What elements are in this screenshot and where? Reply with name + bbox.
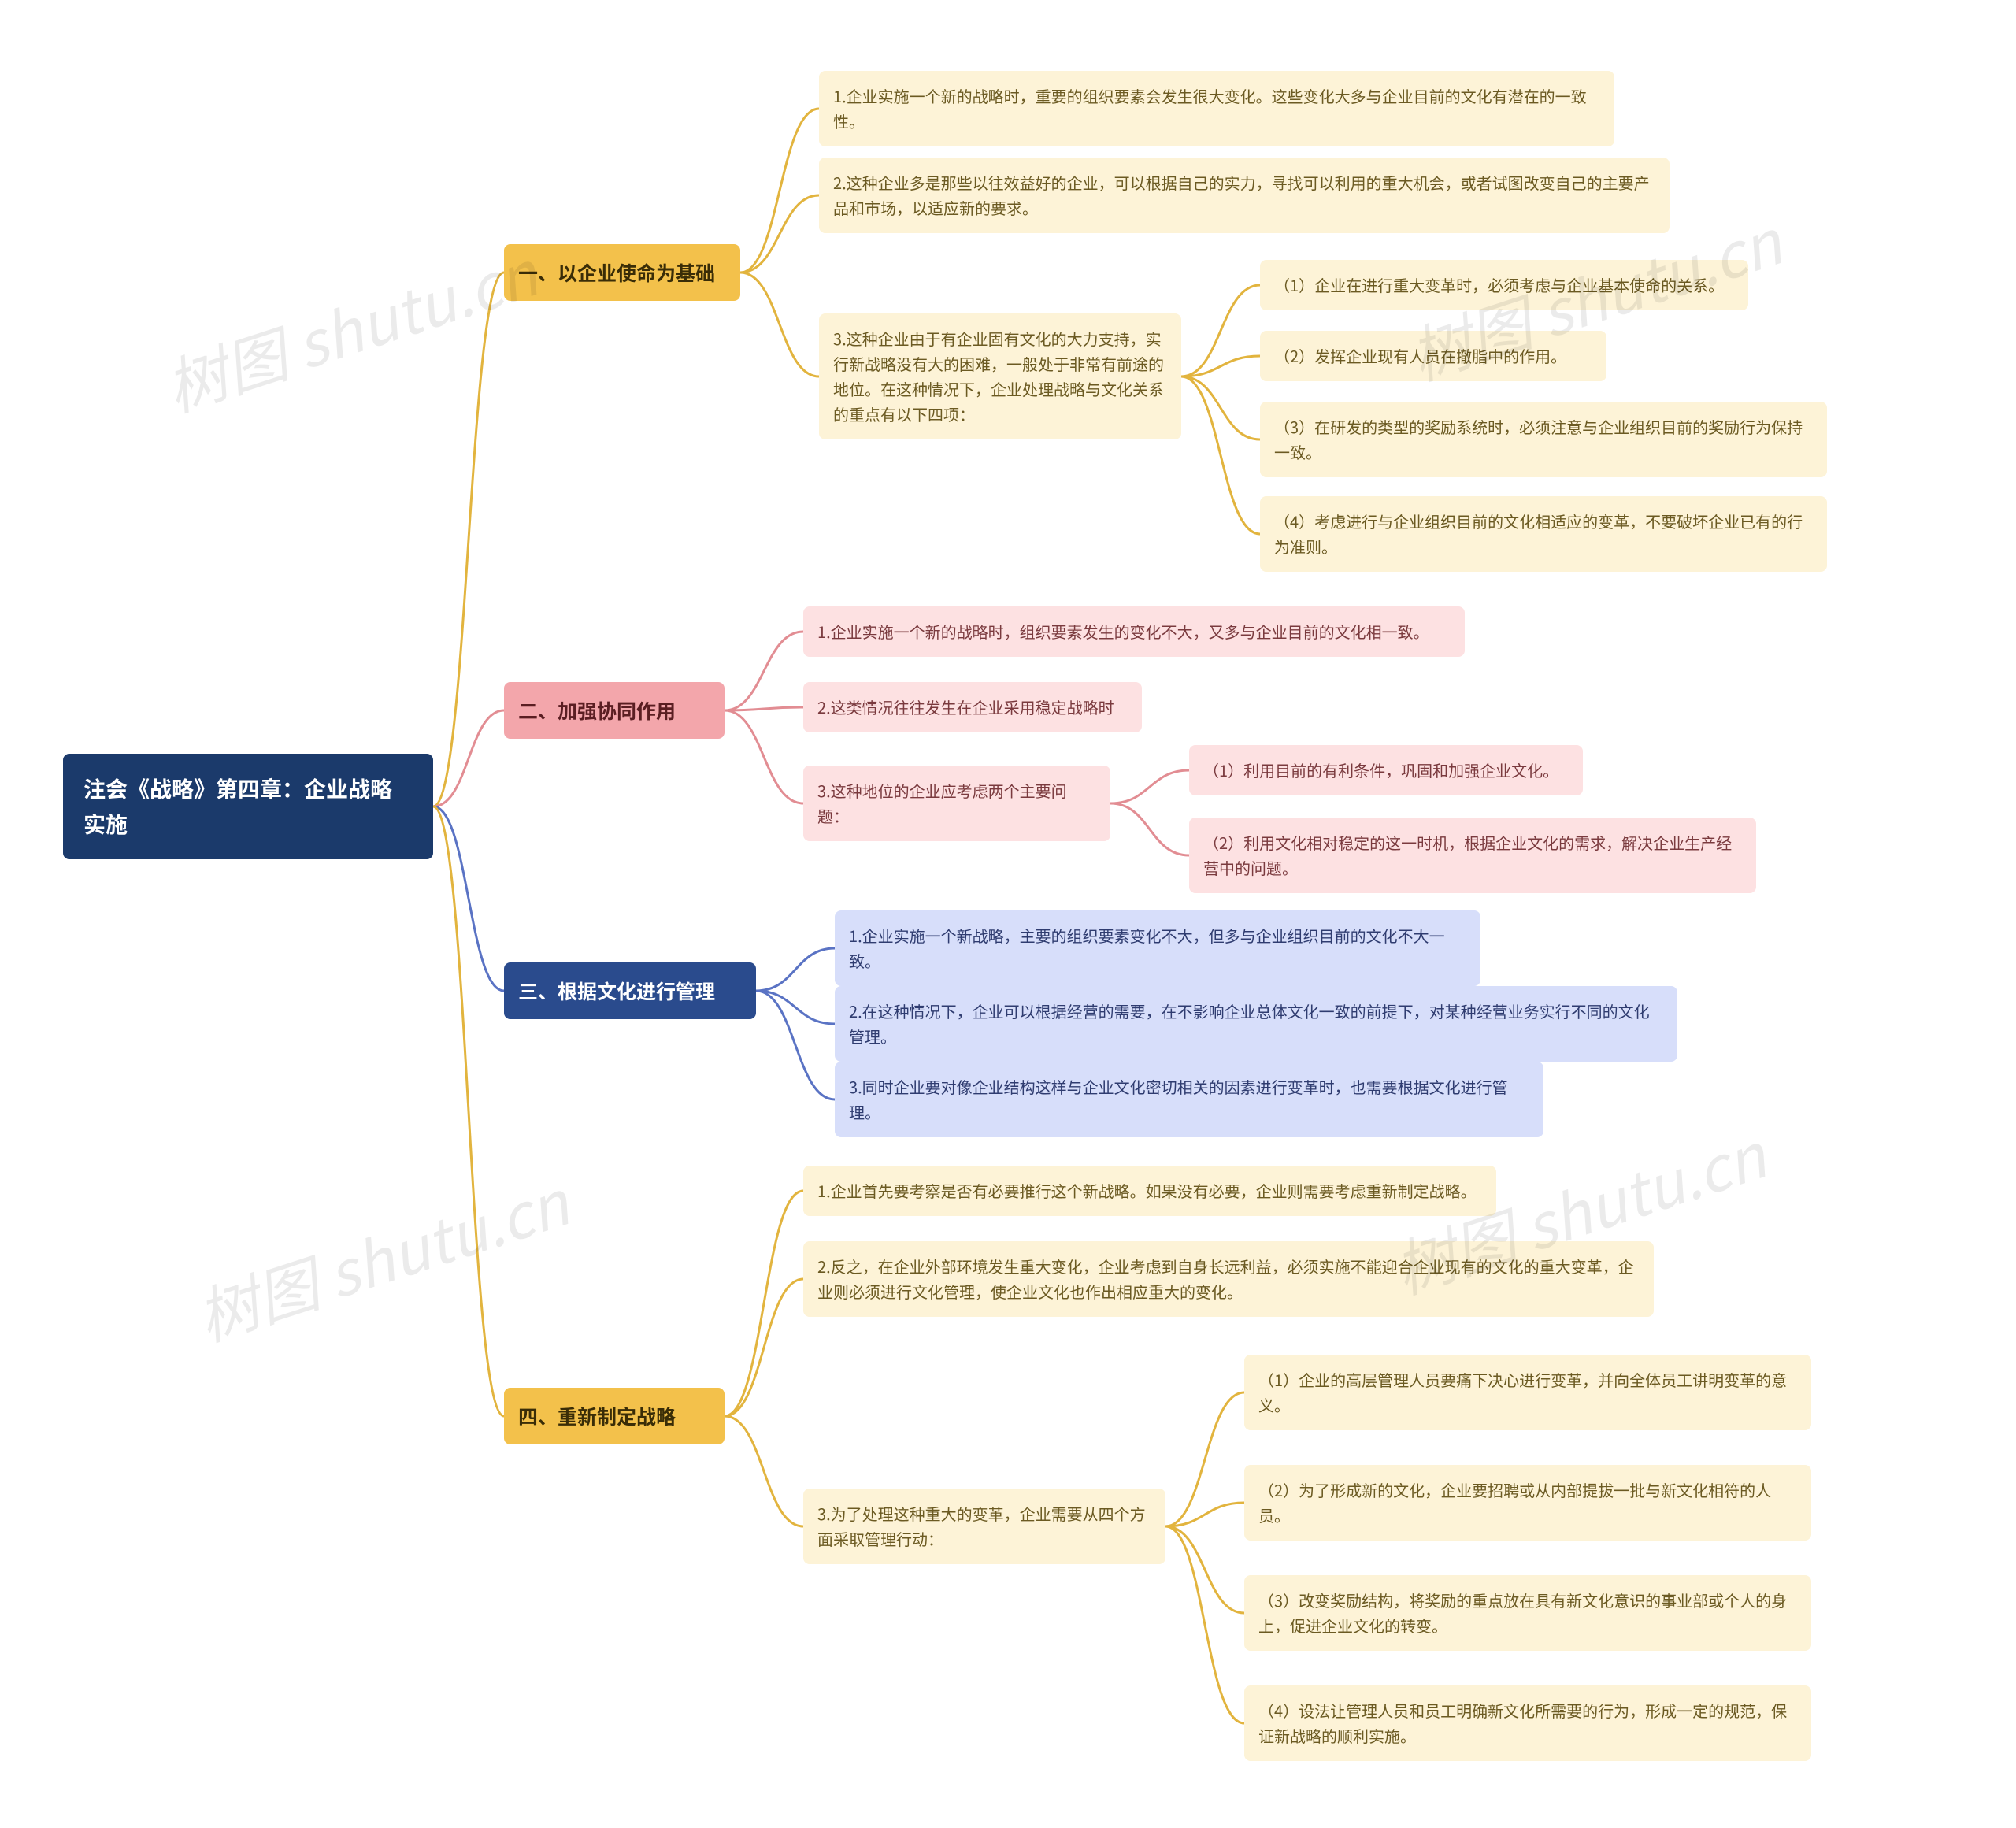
branch-4-item-3[interactable]: 3.为了处理这种重大的变革，企业需要从四个方面采取管理行动： xyxy=(803,1489,1166,1564)
branch-2-item-3b[interactable]: （2）利用文化相对稳定的这一时机，根据企业文化的需求，解决企业生产经营中的问题。 xyxy=(1189,818,1756,893)
mindmap-stage: 树图 shutu.cn 树图 shutu.cn 树图 shutu.cn 树图 s… xyxy=(0,0,2016,1828)
branch-1-item-3d[interactable]: （4）考虑进行与企业组织目前的文化相适应的变革，不要破坏企业已有的行为准则。 xyxy=(1260,496,1827,572)
branch-4-item-3b[interactable]: （2）为了形成新的文化，企业要招聘或从内部提拔一批与新文化相符的人员。 xyxy=(1244,1465,1811,1541)
branch-4-item-3c[interactable]: （3）改变奖励结构，将奖励的重点放在具有新文化意识的事业部或个人的身上，促进企业… xyxy=(1244,1575,1811,1651)
watermark: 树图 shutu.cn xyxy=(154,226,547,429)
branch-3-item-1[interactable]: 1.企业实施一个新战略，主要的组织要素变化不大，但多与企业组织目前的文化不大一致… xyxy=(835,910,1480,986)
branch-1-item-3a[interactable]: （1）企业在进行重大变革时，必须考虑与企业基本使命的关系。 xyxy=(1260,260,1748,310)
branch-2-item-1[interactable]: 1.企业实施一个新的战略时，组织要素发生的变化不大，又多与企业目前的文化相一致。 xyxy=(803,606,1465,657)
branch-4-item-3d[interactable]: （4）设法让管理人员和员工明确新文化所需要的行为，形成一定的规范，保证新战略的顺… xyxy=(1244,1685,1811,1761)
branch-1-item-1[interactable]: 1.企业实施一个新的战略时，重要的组织要素会发生很大变化。这些变化大多与企业目前… xyxy=(819,71,1614,146)
branch-3-item-2[interactable]: 2.在这种情况下，企业可以根据经营的需要，在不影响企业总体文化一致的前提下，对某… xyxy=(835,986,1677,1062)
branch-2-item-3a[interactable]: （1）利用目前的有利条件，巩固和加强企业文化。 xyxy=(1189,745,1583,795)
branch-2[interactable]: 二、加强协同作用 xyxy=(504,682,724,739)
branch-4-item-3a[interactable]: （1）企业的高层管理人员要痛下决心进行变革，并向全体员工讲明变革的意义。 xyxy=(1244,1355,1811,1430)
branch-2-item-3[interactable]: 3.这种地位的企业应考虑两个主要问题： xyxy=(803,766,1110,841)
branch-4[interactable]: 四、重新制定战略 xyxy=(504,1388,724,1444)
branch-1-item-3c[interactable]: （3）在研发的类型的奖励系统时，必须注意与企业组织目前的奖励行为保持一致。 xyxy=(1260,402,1827,477)
branch-3-item-3[interactable]: 3.同时企业要对像企业结构这样与企业文化密切相关的因素进行变革时，也需要根据文化… xyxy=(835,1062,1544,1137)
branch-1-item-2[interactable]: 2.这种企业多是那些以往效益好的企业，可以根据自己的实力，寻找可以利用的重大机会… xyxy=(819,158,1670,233)
branch-1-item-3b[interactable]: （2）发挥企业现有人员在撤脂中的作用。 xyxy=(1260,331,1606,381)
branch-2-item-2[interactable]: 2.这类情况往往发生在企业采用稳定战略时 xyxy=(803,682,1142,732)
branch-1-item-3[interactable]: 3.这种企业由于有企业固有文化的大力支持，实行新战略没有大的困难，一般处于非常有… xyxy=(819,313,1181,439)
branch-4-item-1[interactable]: 1.企业首先要考察是否有必要推行这个新战略。如果没有必要，企业则需要考虑重新制定… xyxy=(803,1166,1496,1216)
branch-1[interactable]: 一、以企业使命为基础 xyxy=(504,244,740,301)
branch-3[interactable]: 三、根据文化进行管理 xyxy=(504,962,756,1019)
root-node[interactable]: 注会《战略》第四章：企业战略实施 xyxy=(63,754,433,859)
watermark: 树图 shutu.cn xyxy=(185,1155,579,1359)
branch-4-item-2[interactable]: 2.反之，在企业外部环境发生重大变化，企业考虑到自身长远利益，必须实施不能迎合企… xyxy=(803,1241,1654,1317)
